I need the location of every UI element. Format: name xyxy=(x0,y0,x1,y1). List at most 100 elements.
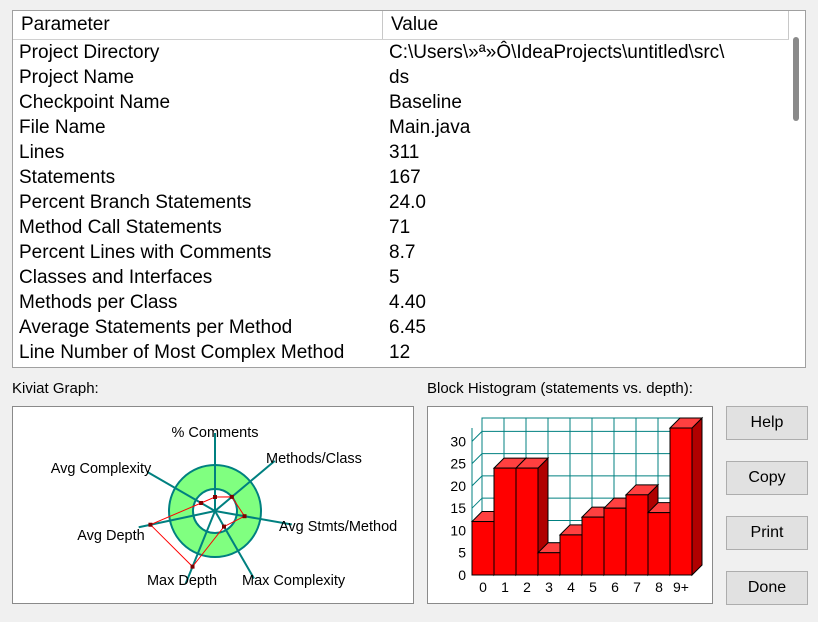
bar-side xyxy=(691,416,703,577)
kiviat-value-point xyxy=(242,514,247,519)
kiviat-value-point xyxy=(213,495,217,499)
table-row[interactable]: Lines 311 xyxy=(13,140,789,165)
kiviat-axis-label: Max Complexity xyxy=(242,573,346,589)
bar-front xyxy=(493,467,517,576)
bar-front xyxy=(669,427,693,576)
x-tick-label: 4 xyxy=(567,579,575,595)
table-row[interactable]: Project Directory C:\Users\»ª»Ô\IdeaProje… xyxy=(13,40,789,65)
table-row[interactable]: Methods per Class 4.40 xyxy=(13,290,789,315)
y-tick-label: 0 xyxy=(458,567,466,583)
kiviat-axis-label: Avg Complexity xyxy=(51,461,152,477)
value-cell: 6.45 xyxy=(389,317,426,338)
parameter-cell: Classes and Interfaces xyxy=(19,267,213,288)
value-cell: 71 xyxy=(389,217,411,238)
parameter-cell: Average Statements per Method xyxy=(19,317,293,338)
value-cell: C:\Users\»ª»Ô\IdeaProjects\untitled\src\ xyxy=(389,42,725,63)
table-row[interactable]: Percent Branch Statements 24.0 xyxy=(13,190,789,215)
value-cell: 12 xyxy=(389,342,411,363)
y-tick-label: 10 xyxy=(450,522,466,538)
table-row[interactable]: Average Statements per Method 6.45 xyxy=(13,315,789,340)
kiviat-value-point xyxy=(199,501,204,505)
column-header-parameter[interactable]: Parameter xyxy=(13,11,383,39)
bar-front xyxy=(471,521,495,576)
table-body: Project Directory C:\Users\»ª»Ô\IdeaProje… xyxy=(13,40,789,365)
kiviat-value-point xyxy=(222,524,226,529)
kiviat-axis-label: Methods/Class xyxy=(266,451,362,467)
x-tick-label: 2 xyxy=(523,579,531,595)
histogram-bar xyxy=(668,416,704,577)
bar-front xyxy=(625,494,649,576)
bar-front xyxy=(537,552,561,576)
x-tick-label: 0 xyxy=(479,579,487,595)
block-histogram: 0 5 10 15 20 25 30 0 1 2 3 4 5 6 7 8 9+ xyxy=(427,406,713,604)
value-cell: 167 xyxy=(389,167,421,188)
y-tick-label: 20 xyxy=(450,478,466,494)
parameter-cell: Percent Branch Statements xyxy=(19,192,252,213)
parameter-cell: Method Call Statements xyxy=(19,217,222,238)
table-row[interactable]: Statements 167 xyxy=(13,165,789,190)
kiviat-value-point xyxy=(190,564,195,569)
x-tick-label: 3 xyxy=(545,579,553,595)
value-cell: 8.7 xyxy=(389,242,416,263)
histogram-svg: 0510152025300 1 2 3 4 5 6 7 8 9+ xyxy=(450,416,704,595)
kiviat-value-point xyxy=(229,494,234,499)
kiviat-graph: % Comments Methods/Class Avg Stmts/Method M… xyxy=(12,406,414,604)
value-cell: 24.0 xyxy=(389,192,426,213)
value-cell: Baseline xyxy=(389,92,462,113)
histogram-title: Block Histogram (statements vs. depth): xyxy=(427,380,693,397)
parameter-cell: Project Directory xyxy=(19,42,160,63)
bar-front xyxy=(515,467,539,576)
table-header: Parameter Value xyxy=(13,11,790,40)
value-cell: 311 xyxy=(389,142,420,163)
table-row[interactable]: File Name Main.java xyxy=(13,115,789,140)
help-button[interactable]: Help xyxy=(726,406,808,440)
parameter-cell: Lines xyxy=(19,142,65,163)
kiviat-title: Kiviat Graph: xyxy=(12,380,99,397)
kiviat-axis-label: Avg Depth xyxy=(77,528,144,544)
x-tick-label: 7 xyxy=(633,579,641,595)
grid-line xyxy=(471,453,483,464)
y-tick-label: 5 xyxy=(458,545,466,561)
grid-line xyxy=(471,497,483,509)
print-button[interactable]: Print xyxy=(726,516,808,550)
parameter-cell: Methods per Class xyxy=(19,292,178,313)
kiviat-axis-label: % Comments xyxy=(171,425,258,441)
x-tick-label: 6 xyxy=(611,579,619,595)
parameter-cell: Project Name xyxy=(19,67,135,88)
y-tick-label: 30 xyxy=(450,433,466,449)
kiviat-value-point xyxy=(148,522,153,527)
bar-front xyxy=(559,534,583,576)
x-tick-label: 1 xyxy=(501,579,509,595)
parameter-cell: Percent Lines with Comments xyxy=(19,242,272,263)
done-button[interactable]: Done xyxy=(726,571,808,605)
table-row[interactable]: Method Call Statements 71 xyxy=(13,215,789,240)
table-row[interactable]: Checkpoint Name Baseline xyxy=(13,90,789,115)
y-tick-label: 15 xyxy=(450,500,466,516)
parameter-cell: Checkpoint Name xyxy=(19,92,171,113)
x-tick-label: 5 xyxy=(589,579,597,595)
scrollbar-thumb[interactable] xyxy=(793,37,799,121)
parameter-cell: File Name xyxy=(19,117,106,138)
metrics-table: Parameter Value Project Directory C:\User… xyxy=(12,10,806,368)
column-header-value[interactable]: Value xyxy=(383,11,789,39)
value-cell: 5 xyxy=(389,267,400,288)
kiviat-svg: % Comments Methods/Class Avg Stmts/Method M… xyxy=(51,425,397,589)
bar-front xyxy=(603,507,627,576)
table-row[interactable]: Project Name ds xyxy=(13,65,789,90)
copy-button[interactable]: Copy xyxy=(726,461,808,495)
grid-line xyxy=(471,431,483,442)
y-tick-label: 25 xyxy=(450,456,466,472)
kiviat-axis-label: Avg Stmts/Method xyxy=(279,519,397,535)
parameter-cell: Line Number of Most Complex Method xyxy=(19,342,345,363)
x-tick-label: 8 xyxy=(655,579,663,595)
kiviat-axis-label: Max Depth xyxy=(147,573,217,589)
value-cell: Main.java xyxy=(389,117,471,138)
table-row[interactable]: Classes and Interfaces 5 xyxy=(13,265,789,290)
vertical-scrollbar[interactable] xyxy=(789,11,805,367)
bar-front xyxy=(581,516,605,576)
table-row[interactable]: Percent Lines with Comments 8.7 xyxy=(13,240,789,265)
value-cell: 4.40 xyxy=(389,292,426,313)
grid-line xyxy=(471,475,483,487)
parameter-cell: Statements xyxy=(19,167,116,188)
table-row[interactable]: Line Number of Most Complex Method 12 xyxy=(13,340,789,365)
